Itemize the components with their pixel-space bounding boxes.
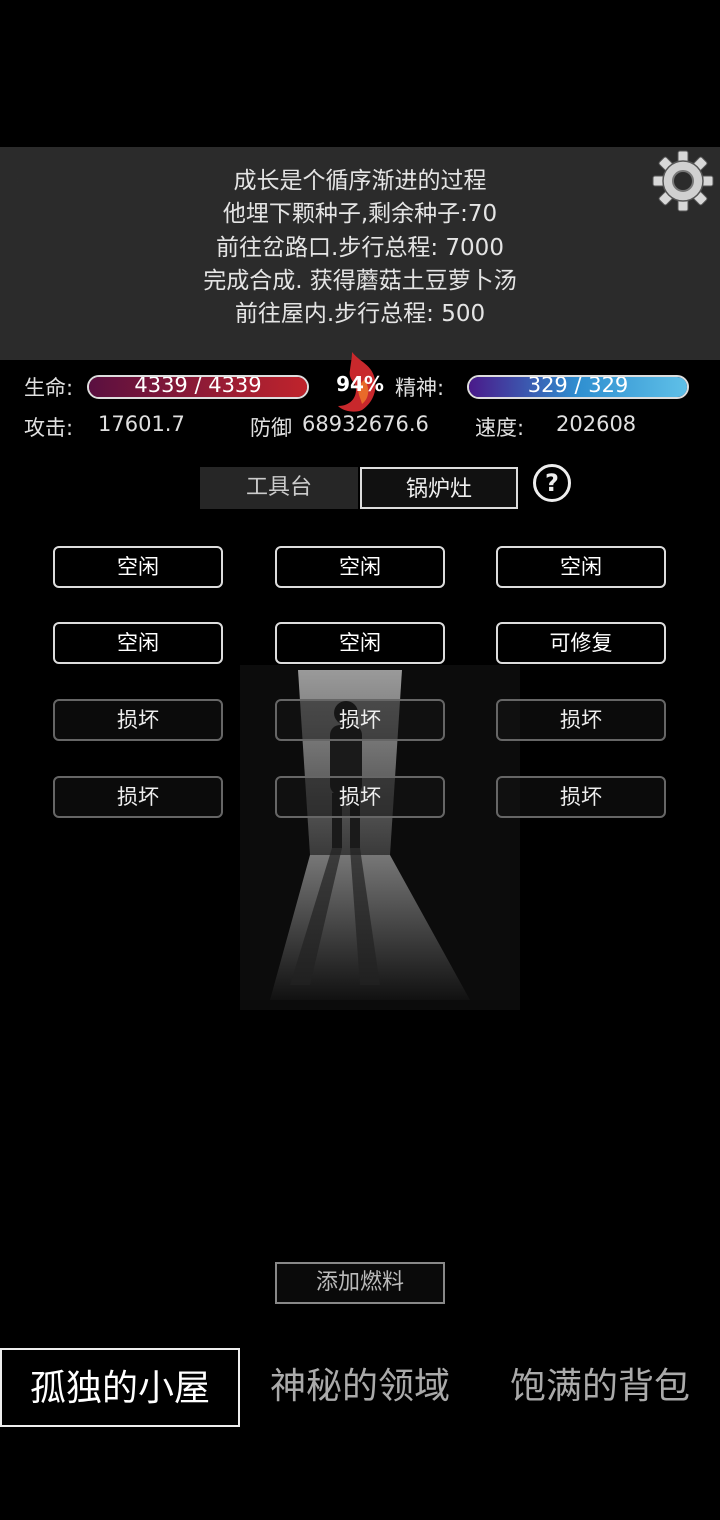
log-line: 前往岔路口.步行总程: 7000	[216, 235, 504, 261]
station-slot-button[interactable]: 空闲	[275, 622, 445, 664]
spirit-label: 精神:	[395, 376, 445, 400]
tab-stove[interactable]: 锅炉灶	[360, 467, 518, 509]
station-slot-button[interactable]: 可修复	[496, 622, 666, 664]
nav-tab-realm[interactable]: 神秘的领域	[240, 1348, 480, 1427]
mood-percent: 94%	[336, 372, 384, 396]
station-slot-button[interactable]: 损坏	[275, 776, 445, 818]
nav-tab-hut[interactable]: 孤独的小屋	[0, 1348, 240, 1427]
station-slot-button[interactable]: 空闲	[53, 622, 223, 664]
speed-value: 202608	[556, 412, 637, 436]
station-slot-button[interactable]: 损坏	[53, 699, 223, 741]
attack-value: 17601.7	[98, 412, 185, 436]
station-slot-button[interactable]: 空闲	[53, 546, 223, 588]
tab-workbench[interactable]: 工具台	[200, 467, 358, 509]
moon-icon[interactable]	[6, 152, 50, 208]
defense-label: 防御	[250, 416, 292, 440]
spirit-value: 329 / 329	[527, 375, 629, 397]
add-fuel-button[interactable]: 添加燃料	[275, 1262, 445, 1304]
help-icon[interactable]: ?	[533, 464, 571, 502]
log-line: 他埋下颗种子,剩余种子:70	[222, 201, 498, 227]
log-line: 完成合成. 获得蘑菇土豆萝卜汤	[203, 268, 517, 294]
hp-value: 4339 / 4339	[134, 375, 262, 397]
gear-icon[interactable]	[650, 150, 716, 212]
attack-label: 攻击:	[24, 416, 74, 440]
hp-label: 生命:	[24, 376, 74, 400]
station-slot-button[interactable]: 空闲	[275, 546, 445, 588]
station-slot-button[interactable]: 损坏	[53, 776, 223, 818]
station-slot-button[interactable]: 损坏	[275, 699, 445, 741]
speed-label: 速度:	[475, 416, 525, 440]
hp-bar: 4339 / 4339	[87, 375, 309, 399]
station-slot-button[interactable]: 空闲	[496, 546, 666, 588]
log-line: 前往屋内.步行总程: 500	[234, 301, 486, 327]
message-log: 成长是个循序渐进的过程 他埋下颗种子,剩余种子:70 前往岔路口.步行总程: 7…	[0, 147, 720, 360]
nav-tab-backpack[interactable]: 饱满的背包	[480, 1348, 720, 1427]
defense-value: 68932676.6	[302, 412, 429, 436]
station-slot-button[interactable]: 损坏	[496, 699, 666, 741]
spirit-bar: 329 / 329	[467, 375, 689, 399]
log-line: 成长是个循序渐进的过程	[233, 168, 487, 194]
station-slot-button[interactable]: 损坏	[496, 776, 666, 818]
